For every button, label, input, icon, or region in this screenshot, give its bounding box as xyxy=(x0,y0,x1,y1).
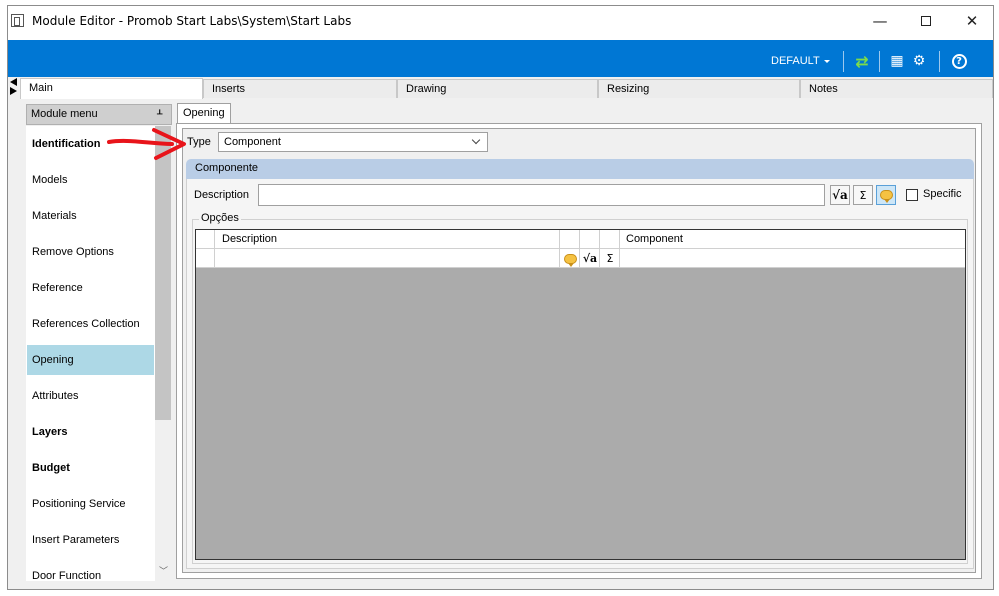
profile-dropdown[interactable]: DEFAULT xyxy=(771,55,820,67)
minimize-button[interactable]: — xyxy=(857,6,903,36)
toolbar-separator xyxy=(939,51,940,72)
formula-button[interactable]: √a xyxy=(830,185,850,205)
toolbar-separator xyxy=(843,51,844,72)
toolbar-separator xyxy=(879,51,880,72)
close-icon: ✕ xyxy=(965,12,979,30)
options-grid[interactable] xyxy=(195,229,966,560)
app-icon xyxy=(11,14,24,27)
sigma-icon: Σ xyxy=(859,188,867,202)
menu-item-layers[interactable]: Layers xyxy=(27,417,154,447)
grid-cell-formula[interactable]: √a xyxy=(580,249,600,267)
tab-main[interactable]: Main xyxy=(20,78,203,99)
grid-row-header-cell xyxy=(196,230,215,248)
grid-cell-comment[interactable] xyxy=(560,249,580,267)
sum-button[interactable]: Σ xyxy=(853,185,873,205)
maximize-button[interactable] xyxy=(903,6,949,36)
table-row[interactable]: √a Σ xyxy=(196,249,965,268)
comment-button[interactable] xyxy=(876,185,896,205)
description-input[interactable] xyxy=(258,184,825,206)
grid-cell-description[interactable] xyxy=(215,249,560,267)
options-label: Opções xyxy=(199,212,241,224)
refresh-icon[interactable]: ⇄ xyxy=(853,52,871,71)
close-button[interactable]: ✕ xyxy=(949,6,995,36)
sqrt-icon: √a xyxy=(832,188,848,202)
menu-item-models[interactable]: Models xyxy=(27,165,154,195)
window-title: Module Editor - Promob Start Labs\System… xyxy=(32,14,352,28)
menu-item-materials[interactable]: Materials xyxy=(27,201,154,231)
help-circle: ? xyxy=(951,53,967,69)
comment-icon xyxy=(561,251,579,267)
toolbar xyxy=(8,40,993,77)
grid-header: Description Component xyxy=(196,230,965,249)
module-menu-title: Module menu xyxy=(31,108,98,120)
arrow-right-icon xyxy=(10,87,17,95)
menu-item-remove-options[interactable]: Remove Options xyxy=(27,237,154,267)
specific-label: Specific xyxy=(923,188,962,200)
grid-header-component-label: Component xyxy=(626,233,683,245)
group-componente-header: Componente xyxy=(186,159,974,179)
chevron-down-icon xyxy=(824,60,830,63)
type-select[interactable]: Component xyxy=(218,132,488,152)
settings-icon[interactable]: ⚙ xyxy=(910,52,928,70)
grid-header-description-label: Description xyxy=(222,233,278,245)
annotation-arrow-icon xyxy=(107,128,186,160)
menu-item-references-collection[interactable]: References Collection xyxy=(27,309,154,339)
grid-header-spacer xyxy=(580,230,600,248)
help-icon[interactable]: ? xyxy=(950,52,968,70)
menu-item-insert-parameters[interactable]: Insert Parameters xyxy=(27,525,154,555)
grid-cell-component[interactable] xyxy=(620,249,965,267)
pin-icon[interactable]: ᚆ xyxy=(157,107,162,120)
tab-inserts[interactable]: Inserts xyxy=(203,79,397,98)
grid-header-component[interactable]: Component xyxy=(620,230,965,248)
comment-icon xyxy=(879,190,893,203)
module-menu-list: Identification Models Materials Remove O… xyxy=(26,126,155,581)
tab-drawing[interactable]: Drawing xyxy=(397,79,598,98)
menu-item-positioning-service[interactable]: Positioning Service xyxy=(27,489,154,519)
chevron-down-icon xyxy=(471,135,481,145)
menu-scrollbar-thumb[interactable] xyxy=(155,126,171,420)
type-select-value: Component xyxy=(224,136,281,148)
menu-item-door-function[interactable]: Door Function xyxy=(27,561,154,581)
grid-header-spacer xyxy=(600,230,620,248)
menu-item-budget[interactable]: Budget xyxy=(27,453,154,483)
sqrt-icon: √a xyxy=(582,252,598,265)
grid-row-selector[interactable] xyxy=(196,249,215,267)
arrow-left-icon xyxy=(10,78,17,86)
tab-opening[interactable]: Opening xyxy=(177,103,231,123)
menu-item-attributes[interactable]: Attributes xyxy=(27,381,154,411)
tab-scroll-arrows[interactable] xyxy=(9,77,19,97)
minimize-icon: — xyxy=(872,12,888,30)
type-label: Type xyxy=(187,136,211,148)
specific-checkbox[interactable] xyxy=(906,189,918,201)
layout-icon[interactable]: ▦ xyxy=(888,52,906,70)
maximize-icon xyxy=(921,16,931,26)
grid-cell-sum[interactable]: Σ xyxy=(600,249,620,267)
description-label: Description xyxy=(194,189,250,201)
tab-resizing[interactable]: Resizing xyxy=(598,79,800,98)
comment-bubble xyxy=(563,253,577,267)
grid-header-spacer xyxy=(560,230,580,248)
menu-item-opening[interactable]: Opening xyxy=(27,345,154,375)
grid-header-description[interactable]: Description xyxy=(215,230,560,248)
scroll-down-icon[interactable]: ﹀ xyxy=(159,564,168,577)
menu-item-reference[interactable]: Reference xyxy=(27,273,154,303)
tab-notes[interactable]: Notes xyxy=(800,79,993,98)
sigma-icon: Σ xyxy=(606,252,614,265)
